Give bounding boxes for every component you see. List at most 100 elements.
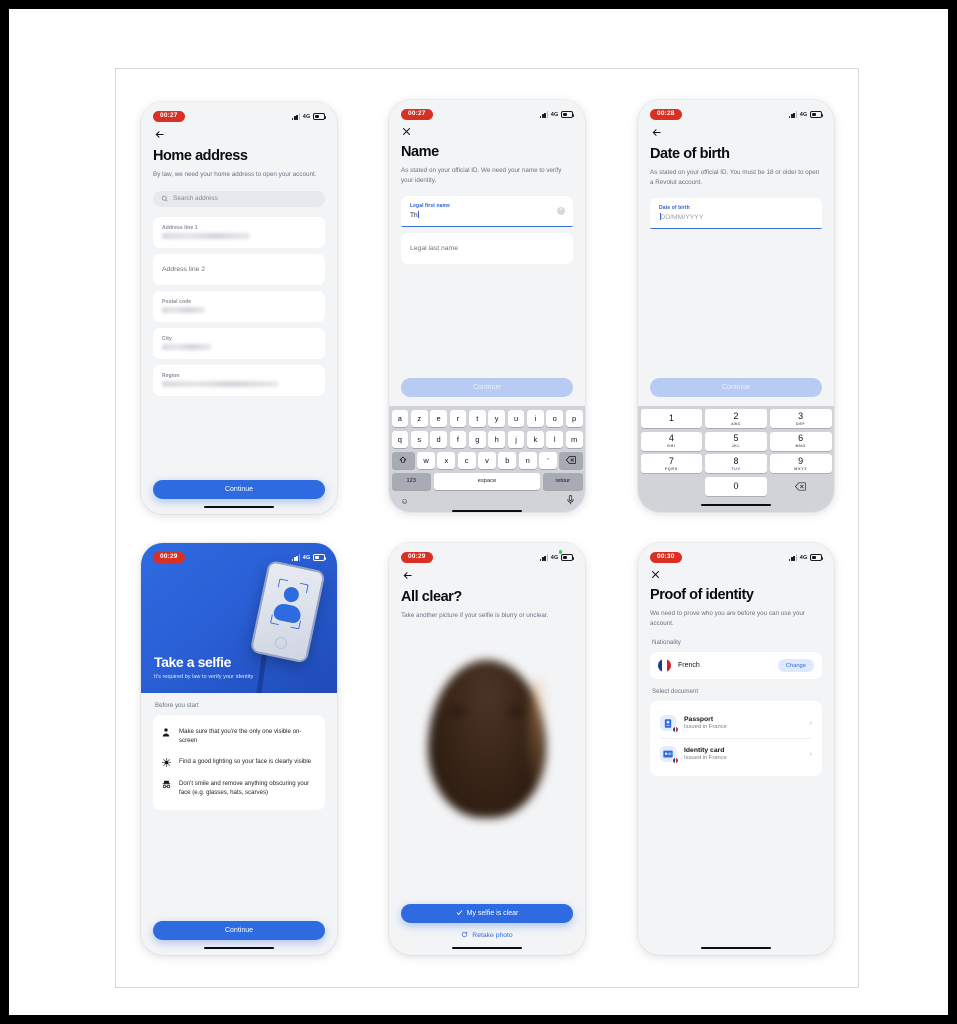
continue-button[interactable]: Continue xyxy=(153,479,325,499)
return-key[interactable]: retour xyxy=(543,472,583,490)
emoji-icon[interactable]: ☺ xyxy=(401,497,409,506)
key-x[interactable]: x xyxy=(437,451,456,469)
postal-code-field[interactable]: Postal code xyxy=(153,290,325,322)
document-option-passport[interactable]: Passport Issued in France › xyxy=(658,708,814,738)
page-subtitle: As stated on your official ID. You must … xyxy=(650,168,820,186)
key-z[interactable]: z xyxy=(410,409,428,427)
numkey-1[interactable]: 1 xyxy=(640,409,703,429)
key-h[interactable]: h xyxy=(488,430,506,448)
numkey-3[interactable]: 3 DEF xyxy=(769,409,832,429)
key-w[interactable]: w xyxy=(417,451,435,469)
tip-text: Make sure that you're the only one visib… xyxy=(179,728,302,745)
numkey-digit: 5 xyxy=(733,433,739,444)
numkey-digit: 6 xyxy=(798,433,804,444)
network-label: 4G xyxy=(550,111,559,118)
france-flag-icon xyxy=(672,757,679,765)
close-x-icon[interactable] xyxy=(651,570,660,579)
numkey-6[interactable]: 6 MNO xyxy=(769,431,832,451)
search-icon xyxy=(161,195,168,202)
key-a[interactable]: a xyxy=(391,409,409,427)
numpad-row-3: 7 PQRS 8 TUV 9 WXYZ xyxy=(640,454,832,474)
hero-title: Take a selfie xyxy=(154,654,232,670)
shift-icon[interactable] xyxy=(391,451,415,469)
key-apostrophe[interactable]: ’ xyxy=(539,451,557,469)
search-address-input[interactable]: Search address xyxy=(153,190,325,207)
numeric-switch-key[interactable]: 123 xyxy=(391,472,431,490)
status-bar: 00:28 4G xyxy=(638,100,834,122)
change-nationality-button[interactable]: Change xyxy=(777,659,814,673)
key-b[interactable]: b xyxy=(498,451,517,469)
clear-circle-icon[interactable]: × xyxy=(557,207,565,216)
key-l[interactable]: l xyxy=(546,430,564,448)
status-clock: 00:30 xyxy=(650,551,682,564)
phone-screen-date-of-birth: 00:28 4G Date of birth As stated on your… xyxy=(638,100,834,512)
numkey-7[interactable]: 7 PQRS xyxy=(640,454,703,474)
tip-item: Make sure that you're the only one visib… xyxy=(161,721,317,751)
key-g[interactable]: g xyxy=(468,430,486,448)
tips-card: Make sure that you're the only one visib… xyxy=(153,715,325,810)
key-d[interactable]: d xyxy=(430,430,447,448)
region-field[interactable]: Region xyxy=(153,364,325,396)
key-u[interactable]: u xyxy=(507,409,525,427)
key-c[interactable]: c xyxy=(457,451,476,469)
key-v[interactable]: v xyxy=(478,451,496,469)
numkey-4[interactable]: 4 GHI xyxy=(640,431,703,451)
key-t[interactable]: t xyxy=(468,409,486,427)
numpad-row-1: 1 2 ABC 3 DEF xyxy=(640,409,832,429)
key-o[interactable]: o xyxy=(546,409,564,427)
retake-photo-button[interactable]: Retake photo xyxy=(401,931,573,940)
numkey-9[interactable]: 9 WXYZ xyxy=(769,454,832,474)
page-subtitle: We need to prove who you are before you … xyxy=(650,609,805,627)
signal-icon xyxy=(291,113,301,120)
selfie-preview xyxy=(389,632,585,847)
legal-last-name-field[interactable]: Legal last name xyxy=(401,233,573,265)
close-x-icon[interactable] xyxy=(402,127,411,136)
id-card-icon xyxy=(660,746,679,765)
key-m[interactable]: m xyxy=(565,430,583,448)
key-p[interactable]: p xyxy=(565,409,583,427)
key-r[interactable]: r xyxy=(449,409,467,427)
continue-button[interactable]: Continue xyxy=(153,920,325,940)
key-e[interactable]: e xyxy=(430,409,447,427)
back-arrow-icon[interactable] xyxy=(154,129,165,140)
date-of-birth-field[interactable]: Date of birth DD/MM/YYYY xyxy=(650,198,822,230)
key-n[interactable]: n xyxy=(518,451,537,469)
space-key[interactable]: espace xyxy=(433,472,541,490)
back-arrow-icon[interactable] xyxy=(651,127,662,138)
numkey-5[interactable]: 5 JKL xyxy=(705,431,767,451)
key-f[interactable]: f xyxy=(449,430,467,448)
microphone-icon[interactable] xyxy=(566,495,574,507)
city-field[interactable]: City xyxy=(153,327,325,359)
numkey-2[interactable]: 2 ABC xyxy=(705,409,767,429)
address-line-1-field[interactable]: Address line 1 xyxy=(153,216,325,248)
continue-button[interactable]: Continue xyxy=(650,378,822,398)
back-arrow-icon[interactable] xyxy=(402,570,413,581)
backspace-icon[interactable] xyxy=(559,451,583,469)
key-k[interactable]: k xyxy=(527,430,544,448)
page-title: All clear? xyxy=(401,589,462,605)
key-q[interactable]: q xyxy=(391,430,409,448)
numkey-8[interactable]: 8 TUV xyxy=(705,454,767,474)
document-option-identity-card[interactable]: Identity card Issued in France › xyxy=(658,739,814,769)
numkey-digit: 9 xyxy=(798,455,804,466)
legal-first-name-field[interactable]: Legal first name Th × xyxy=(401,196,573,228)
key-s[interactable]: s xyxy=(410,430,428,448)
page-subtitle: Take another picture if your selfie is b… xyxy=(401,611,549,619)
phone-screen-home-address: 00:27 4G Home address By law, we need yo… xyxy=(141,102,337,514)
backspace-icon[interactable] xyxy=(770,477,832,496)
key-j[interactable]: j xyxy=(507,430,525,448)
nationality-row[interactable]: French Change xyxy=(658,659,814,673)
key-y[interactable]: y xyxy=(488,409,506,427)
numkey-0[interactable]: 0 xyxy=(705,476,767,496)
key-i[interactable]: i xyxy=(527,409,544,427)
azerty-keyboard: a z e r t y u i o p q s d f g h j k l m … xyxy=(389,405,585,512)
page-subtitle: As stated on your official ID. We need y… xyxy=(401,166,562,184)
continue-button[interactable]: Continue xyxy=(401,377,573,397)
my-selfie-is-clear-button[interactable]: My selfie is clear xyxy=(401,903,573,923)
status-indicators: 4G xyxy=(788,111,824,118)
camera-active-indicator-icon xyxy=(558,550,562,554)
address-line-2-field[interactable]: Address line 2 xyxy=(153,253,325,285)
